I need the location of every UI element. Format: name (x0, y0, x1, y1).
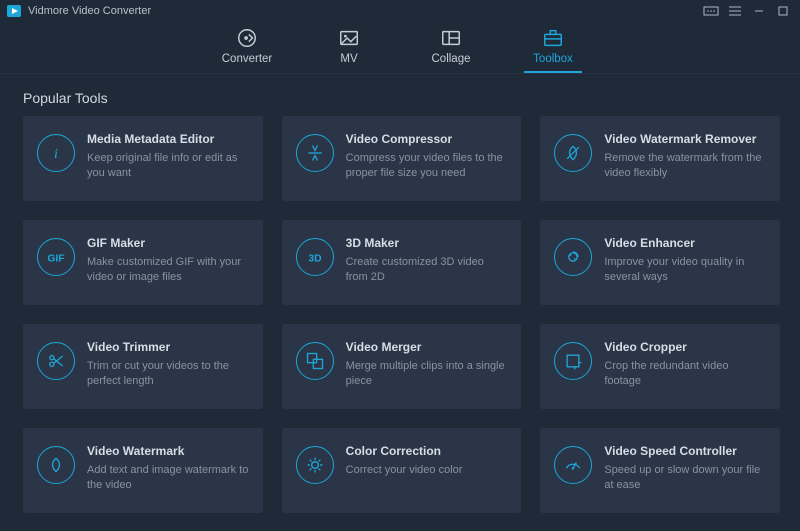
titlebar: Vidmore Video Converter (0, 0, 800, 22)
section-title: Popular Tools (23, 90, 780, 106)
tool-desc: Correct your video color (346, 463, 508, 478)
minimize-button[interactable] (748, 3, 770, 19)
tool-text: GIF Maker Make customized GIF with your … (87, 236, 249, 285)
tool-title: Video Enhancer (604, 236, 766, 250)
tool-title: Video Compressor (346, 132, 508, 146)
collage-icon (440, 27, 462, 49)
tool-text: Video Speed Controller Speed up or slow … (604, 444, 766, 493)
tool-card[interactable]: Video Speed Controller Speed up or slow … (540, 428, 780, 513)
tool-title: Color Correction (346, 444, 508, 458)
converter-icon (236, 27, 258, 49)
app-icon (6, 3, 22, 19)
tool-desc: Trim or cut your videos to the perfect l… (87, 359, 249, 389)
tool-text: Video Cropper Crop the redundant video f… (604, 340, 766, 389)
tool-desc: Compress your video files to the proper … (346, 151, 508, 181)
nav-mv[interactable]: MV (320, 27, 378, 73)
cropper-icon (554, 342, 592, 380)
tool-title: Video Trimmer (87, 340, 249, 354)
tool-text: Video Compressor Compress your video fil… (346, 132, 508, 181)
mv-icon (338, 27, 360, 49)
tool-desc: Improve your video quality in several wa… (604, 255, 766, 285)
tool-desc: Remove the watermark from the video flex… (604, 151, 766, 181)
tool-title: Video Cropper (604, 340, 766, 354)
tool-desc: Merge multiple clips into a single piece (346, 359, 508, 389)
tool-text: Video Enhancer Improve your video qualit… (604, 236, 766, 285)
gif-icon: GIF (37, 238, 75, 276)
top-nav: Converter MV Collage Toolbox (0, 22, 800, 74)
tool-text: Video Watermark Remover Remove the water… (604, 132, 766, 181)
tool-desc: Create customized 3D video from 2D (346, 255, 508, 285)
tool-card[interactable]: Video Watermark Add text and image water… (23, 428, 263, 513)
tool-card[interactable]: Video Watermark Remover Remove the water… (540, 116, 780, 201)
tool-title: GIF Maker (87, 236, 249, 250)
toolbox-icon (542, 27, 564, 49)
nav-label: Collage (432, 53, 471, 65)
tool-card[interactable]: Video Enhancer Improve your video qualit… (540, 220, 780, 305)
tool-card[interactable]: GIF GIF Maker Make customized GIF with y… (23, 220, 263, 305)
menu-dots-icon[interactable] (700, 3, 722, 19)
tool-title: Video Watermark Remover (604, 132, 766, 146)
nav-converter[interactable]: Converter (218, 27, 276, 73)
three-d-icon: 3D (296, 238, 334, 276)
svg-text:GIF: GIF (47, 253, 64, 264)
nav-label: Converter (222, 53, 273, 65)
speed-icon (554, 446, 592, 484)
tools-grid: i Media Metadata Editor Keep original fi… (23, 116, 780, 513)
tool-text: 3D Maker Create customized 3D video from… (346, 236, 508, 285)
compress-icon (296, 134, 334, 172)
nav-collage[interactable]: Collage (422, 27, 480, 73)
hamburger-icon[interactable] (724, 3, 746, 19)
tool-card[interactable]: 3D 3D Maker Create customized 3D video f… (282, 220, 522, 305)
tool-text: Color Correction Correct your video colo… (346, 444, 508, 478)
tool-title: Video Speed Controller (604, 444, 766, 458)
tool-text: Video Merger Merge multiple clips into a… (346, 340, 508, 389)
trimmer-icon (37, 342, 75, 380)
color-icon (296, 446, 334, 484)
merger-icon (296, 342, 334, 380)
info-icon: i (37, 134, 75, 172)
nav-label: MV (340, 53, 357, 65)
tool-title: Video Merger (346, 340, 508, 354)
tool-card[interactable]: i Media Metadata Editor Keep original fi… (23, 116, 263, 201)
nav-label: Toolbox (533, 53, 573, 65)
tool-desc: Add text and image watermark to the vide… (87, 463, 249, 493)
tool-card[interactable]: Video Merger Merge multiple clips into a… (282, 324, 522, 409)
tool-text: Video Watermark Add text and image water… (87, 444, 249, 493)
svg-text:i: i (54, 146, 58, 162)
tool-title: 3D Maker (346, 236, 508, 250)
tool-desc: Make customized GIF with your video or i… (87, 255, 249, 285)
watermark-remove-icon (554, 134, 592, 172)
maximize-button[interactable] (772, 3, 794, 19)
tool-title: Video Watermark (87, 444, 249, 458)
tool-text: Media Metadata Editor Keep original file… (87, 132, 249, 181)
tool-card[interactable]: Video Cropper Crop the redundant video f… (540, 324, 780, 409)
tool-card[interactable]: Video Trimmer Trim or cut your videos to… (23, 324, 263, 409)
tool-desc: Keep original file info or edit as you w… (87, 151, 249, 181)
tool-title: Media Metadata Editor (87, 132, 249, 146)
tool-desc: Speed up or slow down your file at ease (604, 463, 766, 493)
tool-card[interactable]: Color Correction Correct your video colo… (282, 428, 522, 513)
tool-card[interactable]: Video Compressor Compress your video fil… (282, 116, 522, 201)
content-area: Popular Tools i Media Metadata Editor Ke… (0, 74, 800, 531)
enhancer-icon (554, 238, 592, 276)
svg-text:3D: 3D (308, 253, 322, 264)
watermark-icon (37, 446, 75, 484)
app-title: Vidmore Video Converter (28, 5, 151, 17)
nav-toolbox[interactable]: Toolbox (524, 27, 582, 73)
tool-desc: Crop the redundant video footage (604, 359, 766, 389)
tool-text: Video Trimmer Trim or cut your videos to… (87, 340, 249, 389)
